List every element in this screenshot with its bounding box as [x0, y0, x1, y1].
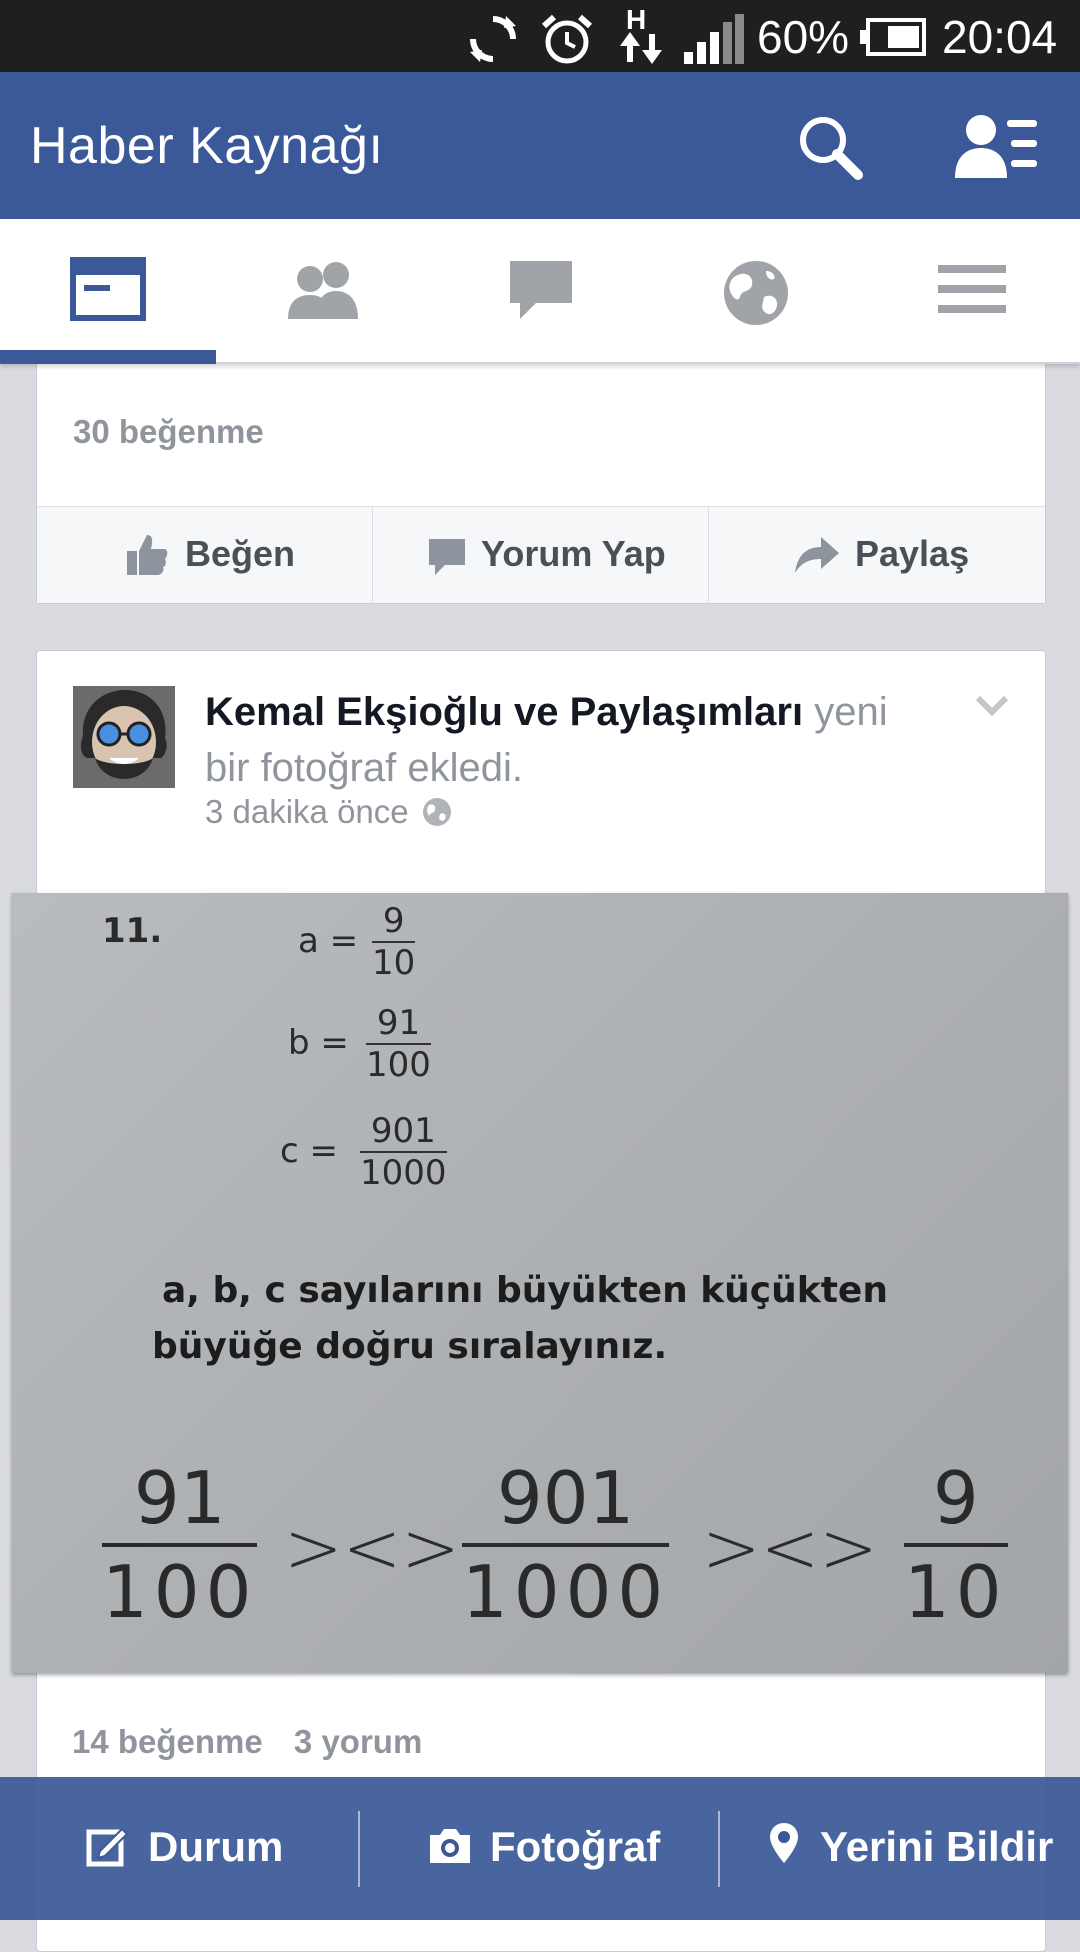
camera-icon [430, 1829, 470, 1863]
eq-c-label: c = [280, 1131, 338, 1171]
post-actions: Beğen Yorum Yap Paylaş [37, 506, 1045, 603]
fraction-a-numerator: 9 [372, 901, 416, 943]
messages-icon [510, 261, 572, 319]
answer-symbol-1: ><> [284, 1507, 460, 1589]
share-button[interactable]: Paylaş [709, 507, 1044, 603]
fraction-c-numerator: 901 [360, 1111, 447, 1153]
comments-count[interactable]: 3 yorum [294, 1723, 422, 1760]
fraction-c: 901 1000 [360, 1111, 447, 1193]
friend-requests-button[interactable] [955, 112, 1039, 182]
avatar[interactable] [73, 686, 175, 788]
tab-messages[interactable] [432, 219, 648, 362]
globe-icon [724, 261, 788, 325]
status-label: Durum [148, 1823, 284, 1870]
fraction-a-denominator: 10 [372, 943, 416, 983]
fraction-b-numerator: 91 [366, 1003, 431, 1045]
network-data-icon: H [618, 4, 664, 66]
thumbs-up-icon [127, 535, 168, 575]
post-options-button[interactable] [975, 695, 1009, 722]
menu-icon [938, 265, 1006, 313]
fraction-b: 91 100 [366, 1003, 431, 1085]
answer-fraction-1-numerator: 91 [102, 1453, 258, 1547]
answer-fraction-3: 9 10 [904, 1453, 1008, 1637]
tab-notifications[interactable] [648, 219, 864, 362]
answer-fraction-2-denominator: 1000 [462, 1550, 670, 1634]
page-title: Haber Kaynağı [30, 117, 384, 175]
problem-number: 11. [102, 911, 163, 951]
status-bar: H 60% 20:04 [0, 0, 1080, 72]
checkin-label: Yerini Bildir [820, 1823, 1054, 1870]
answer-fraction-2-numerator: 901 [462, 1453, 670, 1547]
fraction-c-denominator: 1000 [360, 1153, 447, 1193]
clock: 20:04 [942, 11, 1058, 63]
edit-icon [86, 1827, 128, 1867]
app-header: Haber Kaynağı [0, 72, 1080, 219]
eq-b-label: b = [288, 1023, 349, 1063]
search-icon [800, 117, 863, 180]
comment-label: Yorum Yap [481, 533, 666, 574]
like-label: Beğen [185, 533, 296, 574]
answer-fraction-1-denominator: 100 [102, 1550, 258, 1634]
news-feed-icon [70, 257, 146, 321]
comment-button[interactable]: Yorum Yap [373, 507, 709, 603]
sync-icon [470, 16, 516, 62]
share-icon [795, 537, 839, 573]
answer-fraction-2: 901 1000 [462, 1453, 670, 1637]
publisher-bar: Durum Fotoğraf Yerini Bildir [0, 1777, 1080, 1920]
photo-button[interactable]: Fotoğraf [360, 1777, 718, 1920]
active-tab-indicator [0, 350, 216, 364]
previous-post-card: 30 beğenme Beğen Yorum Yap Paylaş [36, 350, 1046, 604]
share-label: Paylaş [855, 533, 970, 574]
answer-fraction-1: 91 100 [102, 1453, 258, 1637]
battery-icon [860, 18, 926, 56]
tab-news-feed[interactable] [0, 219, 216, 364]
like-button[interactable]: Beğen [37, 507, 373, 603]
comment-icon [429, 539, 465, 575]
post-time[interactable]: 3 dakika önce [205, 793, 452, 831]
likes-count[interactable]: 30 beğenme [73, 413, 264, 451]
tab-more[interactable] [864, 219, 1080, 362]
tab-bar [0, 219, 1080, 364]
post-header-text: Kemal Ekşioğlu ve Paylaşımları yeni bir … [205, 684, 905, 796]
battery-percent: 60% [757, 11, 850, 63]
chevron-down-icon [975, 695, 1009, 717]
post-author[interactable]: Kemal Ekşioğlu ve Paylaşımları [205, 690, 803, 734]
signal-icon [684, 14, 744, 64]
answer-fraction-3-denominator: 10 [904, 1550, 1008, 1634]
answer-fraction-3-numerator: 9 [904, 1453, 1008, 1547]
post-stats: 14 beğenme 3 yorum [72, 1723, 444, 1761]
alarm-icon [541, 14, 593, 64]
post-photo[interactable]: 11. a = 9 10 b = 91 100 c = 901 1000 a, … [12, 893, 1068, 1673]
eq-a-label: a = [298, 921, 359, 961]
fraction-a: 9 10 [372, 901, 416, 983]
checkin-button[interactable]: Yerini Bildir [720, 1777, 1080, 1920]
search-button[interactable] [795, 112, 865, 182]
question-text: a, b, c sayılarını büyükten küçükten büy… [152, 1270, 888, 1367]
status-button[interactable]: Durum [0, 1777, 358, 1920]
location-pin-icon [770, 1823, 798, 1863]
friend-requests-icon [955, 115, 1037, 178]
likes-count[interactable]: 14 beğenme [72, 1723, 263, 1760]
fraction-b-denominator: 100 [366, 1045, 431, 1085]
public-globe-icon [422, 798, 451, 826]
answer-symbol-2: ><> [702, 1507, 878, 1589]
post-timestamp: 3 dakika önce [205, 793, 409, 830]
tab-friends[interactable] [216, 219, 432, 362]
friends-icon [288, 262, 358, 319]
photo-label: Fotoğraf [490, 1823, 661, 1870]
